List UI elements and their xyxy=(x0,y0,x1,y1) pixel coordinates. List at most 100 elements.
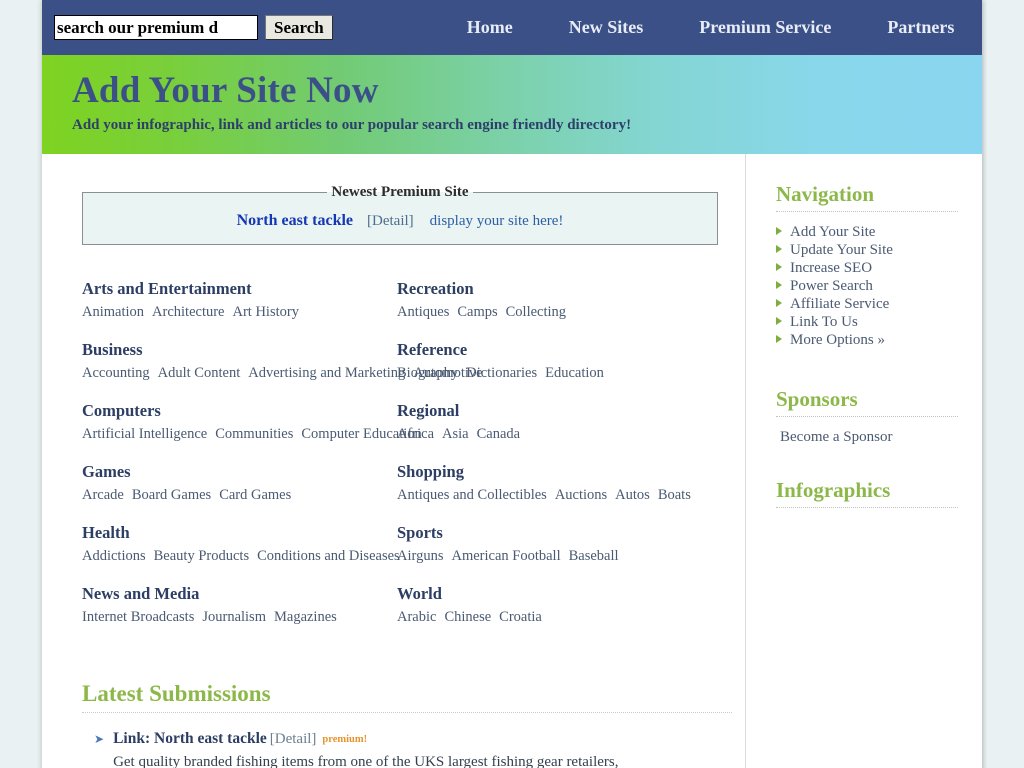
search-form: Search xyxy=(54,15,333,40)
category-heading[interactable]: Arts and Entertainment xyxy=(82,279,397,299)
nav-item-home[interactable]: Home xyxy=(467,17,513,38)
sidebar-item-label[interactable]: Link To Us xyxy=(790,313,858,331)
subcategory-link[interactable]: Architecture xyxy=(152,304,224,320)
page-subtitle: Add your infographic, link and articles … xyxy=(72,117,632,133)
become-a-sponsor-link[interactable]: Become a Sponsor xyxy=(780,429,892,446)
category-column-right: Recreation Antiques Camps Collecting Refer… xyxy=(397,279,722,645)
subcategory-link[interactable]: Boats xyxy=(658,487,691,503)
category-news-and-media: News and Media Internet Broadcasts Journa… xyxy=(82,584,397,626)
sidebar-item-label[interactable]: Increase SEO xyxy=(790,259,872,277)
subcategory-link[interactable]: Antiques and Collectibles xyxy=(397,487,547,503)
subcategory-list: Artificial Intelligence Communities Comput… xyxy=(82,425,422,443)
subcategory-link[interactable]: Journalism xyxy=(202,609,266,625)
category-heading[interactable]: Shopping xyxy=(397,462,722,482)
newest-premium-site-box: Newest Premium Site North east tackle [D… xyxy=(82,184,718,245)
subcategory-link[interactable]: Asia xyxy=(442,426,469,442)
subcategory-link[interactable]: Internet Broadcasts xyxy=(82,609,194,625)
category-heading[interactable]: Games xyxy=(82,462,397,482)
category-column-left: Arts and Entertainment Animation Architec… xyxy=(82,279,483,645)
submission-title: North east tackle xyxy=(154,730,267,747)
subcategory-link[interactable]: Education xyxy=(545,365,604,381)
category-heading[interactable]: Reference xyxy=(397,340,722,360)
sidebar-item-affiliate-service[interactable]: Affiliate Service xyxy=(776,295,982,313)
sidebar-item-link-to-us[interactable]: Link To Us xyxy=(776,313,982,331)
subcategory-list: Africa Asia Canada xyxy=(397,425,697,443)
sidebar-item-label[interactable]: Power Search xyxy=(790,277,873,295)
subcategory-link[interactable]: Autos xyxy=(615,487,650,503)
sidebar-item-more-options[interactable]: More Options » xyxy=(776,331,982,349)
subcategory-link[interactable]: Advertising and Marketing xyxy=(248,365,405,381)
category-health: Health Addictions Beauty Products Conditio… xyxy=(82,523,400,565)
premium-site-link[interactable]: North east tackle xyxy=(237,212,353,229)
sidebar-item-add-your-site[interactable]: Add Your Site xyxy=(776,223,982,241)
sidebar-item-label[interactable]: Affiliate Service xyxy=(790,295,889,313)
subcategory-list: Biography Dictionaries Education xyxy=(397,364,697,382)
main-column: Newest Premium Site North east tackle [D… xyxy=(42,154,745,768)
newest-premium-site-legend: Newest Premium Site xyxy=(331,184,469,200)
subcategory-list: Antiques Camps Collecting xyxy=(397,303,697,321)
sidebar-item-label[interactable]: More Options » xyxy=(790,331,885,349)
top-bar: Search Home New Sites Premium Service Pa… xyxy=(42,0,982,55)
subcategory-list: Accounting Adult Content Advertising and M… xyxy=(82,364,483,382)
nav-item-new-sites[interactable]: New Sites xyxy=(569,17,644,38)
subcategory-link[interactable]: Biography xyxy=(397,365,458,381)
subcategory-link[interactable]: Card Games xyxy=(219,487,291,503)
subcategory-link[interactable]: Auctions xyxy=(555,487,607,503)
category-heading[interactable]: News and Media xyxy=(82,584,397,604)
subcategory-link[interactable]: Communities xyxy=(215,426,293,442)
triangle-right-icon xyxy=(776,281,782,289)
category-heading[interactable]: Business xyxy=(82,340,397,360)
page-title: Add Your Site Now xyxy=(72,70,379,111)
arrow-right-icon: ➤ xyxy=(94,732,105,746)
subcategory-link[interactable]: Baseball xyxy=(569,548,619,564)
hero-banner: Add Your Site Now Add your infographic, … xyxy=(42,55,982,154)
subcategory-link[interactable]: Board Games xyxy=(132,487,211,503)
subcategory-link[interactable]: American Football xyxy=(451,548,560,564)
nav-item-partners[interactable]: Partners xyxy=(887,17,954,38)
latest-submissions-section: Latest Submissions ➤ Link: North east ta… xyxy=(82,681,732,768)
subcategory-link[interactable]: Chinese xyxy=(444,609,491,625)
sidebar-item-power-search[interactable]: Power Search xyxy=(776,277,982,295)
sidebar-item-label[interactable]: Add Your Site xyxy=(790,223,875,241)
submission-prefix: Link: xyxy=(113,730,154,747)
category-heading[interactable]: Sports xyxy=(397,523,722,543)
subcategory-link[interactable]: Artificial Intelligence xyxy=(82,426,207,442)
subcategory-link[interactable]: Collecting xyxy=(506,304,566,320)
sidebar-navigation-block: Navigation Add Your Site Update Your Sit… xyxy=(776,182,982,349)
latest-submissions-divider xyxy=(82,712,732,713)
subcategory-link[interactable]: Animation xyxy=(82,304,144,320)
subcategory-link[interactable]: Airguns xyxy=(397,548,443,564)
subcategory-link[interactable]: Magazines xyxy=(274,609,337,625)
subcategory-link[interactable]: Croatia xyxy=(499,609,542,625)
search-button[interactable]: Search xyxy=(265,15,333,40)
category-heading[interactable]: Computers xyxy=(82,401,397,421)
subcategory-link[interactable]: Arabic xyxy=(397,609,436,625)
submission-description: Get quality branded fishing items from o… xyxy=(113,754,619,768)
subcategory-link[interactable]: Canada xyxy=(477,426,520,442)
subcategory-link[interactable]: Art History xyxy=(233,304,299,320)
subcategory-link[interactable]: Camps xyxy=(457,304,497,320)
sidebar-item-update-your-site[interactable]: Update Your Site xyxy=(776,241,982,259)
subcategory-link[interactable]: Arcade xyxy=(82,487,124,503)
subcategory-link[interactable]: Conditions and Diseases xyxy=(257,548,400,564)
subcategory-link[interactable]: Antiques xyxy=(397,304,449,320)
subcategory-link[interactable]: Beauty Products xyxy=(154,548,249,564)
category-heading[interactable]: Recreation xyxy=(397,279,722,299)
category-heading[interactable]: Regional xyxy=(397,401,722,421)
search-input[interactable] xyxy=(54,15,258,40)
subcategory-link[interactable]: Dictionaries xyxy=(466,365,537,381)
submission-detail-link[interactable]: [Detail] xyxy=(270,731,317,747)
submission-link[interactable]: Link: North east tackle xyxy=(113,730,267,747)
sidebar-item-increase-seo[interactable]: Increase SEO xyxy=(776,259,982,277)
sidebar-item-label[interactable]: Update Your Site xyxy=(790,241,893,259)
category-heading[interactable]: World xyxy=(397,584,722,604)
subcategory-link[interactable]: Adult Content xyxy=(158,365,241,381)
subcategory-link[interactable]: Addictions xyxy=(82,548,146,564)
subcategory-link[interactable]: Africa xyxy=(397,426,434,442)
display-your-site-link[interactable]: display your site here! xyxy=(430,213,564,229)
category-heading[interactable]: Health xyxy=(82,523,397,543)
subcategory-link[interactable]: Accounting xyxy=(82,365,150,381)
nav-item-premium-service[interactable]: Premium Service xyxy=(699,17,831,38)
premium-site-detail-link[interactable]: [Detail] xyxy=(367,213,414,229)
